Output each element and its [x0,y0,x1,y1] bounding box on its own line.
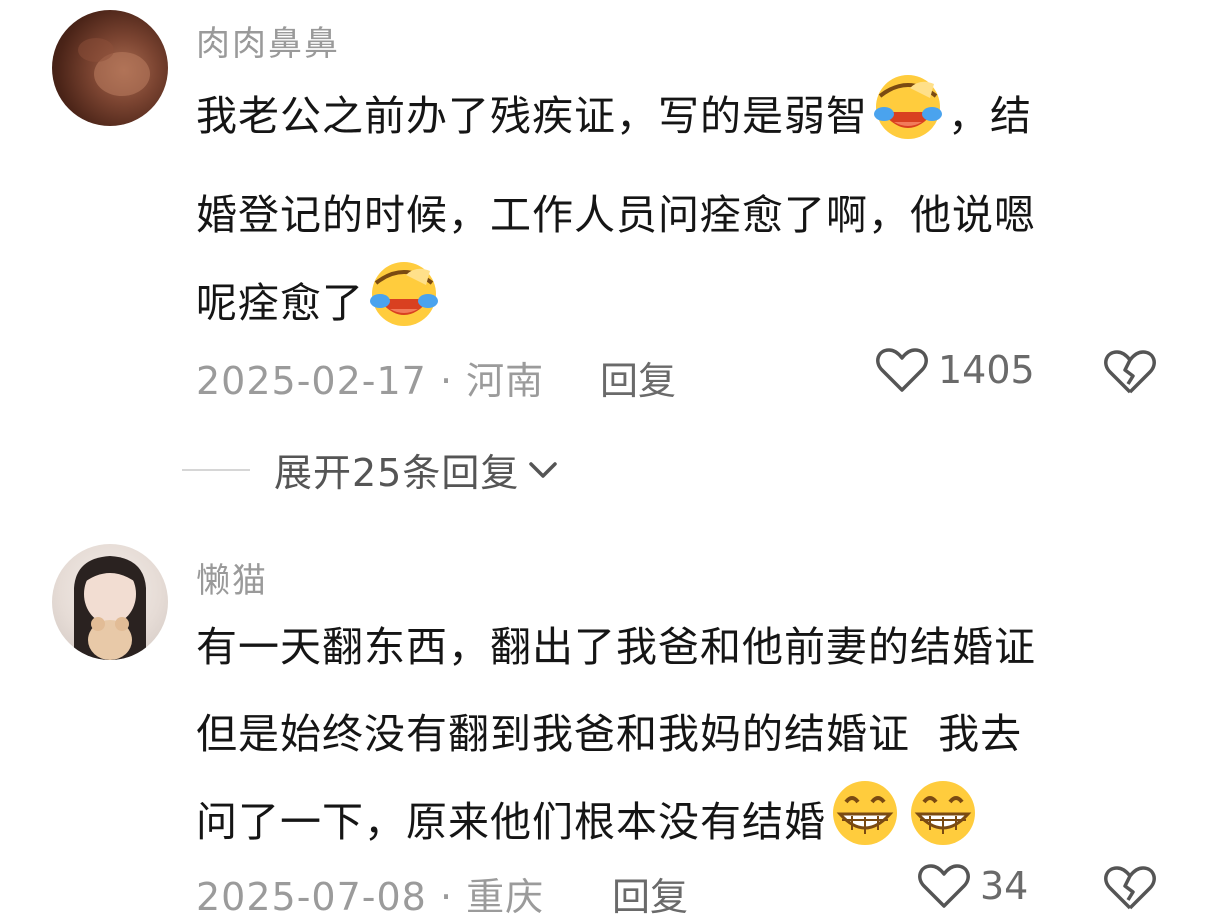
chevron-down-icon [529,461,558,478]
comment-meta: 2025-07-08 · 重庆 [196,866,544,921]
comment-line: 问了一下，原来他们根本没有结婚 [196,798,826,846]
divider [182,468,250,471]
comment-location: 重庆 [466,875,545,919]
comment-text: 我老公之前办了残疾证，写的是弱智 ，结 婚登记的时候，工作人员问痊愈了啊，他说嗯 … [196,72,1186,359]
like-count: 34 [980,864,1029,908]
dislike-button[interactable] [1104,864,1156,916]
expand-replies[interactable]: 展开25条回复 [182,442,561,497]
comment-line: ，结 [948,92,1032,140]
like-count: 1405 [938,348,1035,392]
comment-date: 2025-02-17 [196,359,427,403]
broken-heart-icon [1104,350,1156,394]
grinning-emoji-icon [828,778,902,878]
meta-separator: · [439,359,467,403]
laughing-crying-emoji-icon [870,72,946,172]
like-button[interactable]: 1405 [876,346,1035,394]
comment-line: 但是始终没有翻到我爸和我妈的结婚证 我去 [196,710,1023,758]
comment-location: 河南 [466,359,545,403]
broken-heart-icon [1104,866,1156,910]
comment-meta: 2025-02-17 · 河南 [196,350,544,405]
comment-line: 呢痊愈了 [196,279,364,327]
laughing-crying-emoji-icon [366,259,442,359]
reply-button[interactable]: 回复 [612,866,688,921]
heart-icon [918,864,970,908]
dislike-button[interactable] [1104,348,1156,400]
heart-icon [876,348,928,392]
comment-line: 有一天翻东西，翻出了我爸和他前妻的结婚证 [196,623,1036,671]
comment-text: 有一天翻东西，翻出了我爸和他前妻的结婚证 但是始终没有翻到我爸和我妈的结婚证 我… [196,604,1186,878]
comment-line: 婚登记的时候，工作人员问痊愈了啊，他说嗯 [196,191,1036,239]
comment-line: 我老公之前办了残疾证，写的是弱智 [196,92,868,140]
comment-date: 2025-07-08 [196,875,427,919]
username[interactable]: 懒猫 [196,553,268,602]
meta-separator: · [439,875,467,919]
reply-button[interactable]: 回复 [600,350,676,405]
expand-replies-label: 展开25条回复 [274,451,520,495]
username[interactable]: 肉肉鼻鼻 [196,16,340,65]
like-button[interactable]: 34 [918,862,1028,910]
avatar[interactable] [52,10,168,126]
avatar[interactable] [52,544,168,660]
